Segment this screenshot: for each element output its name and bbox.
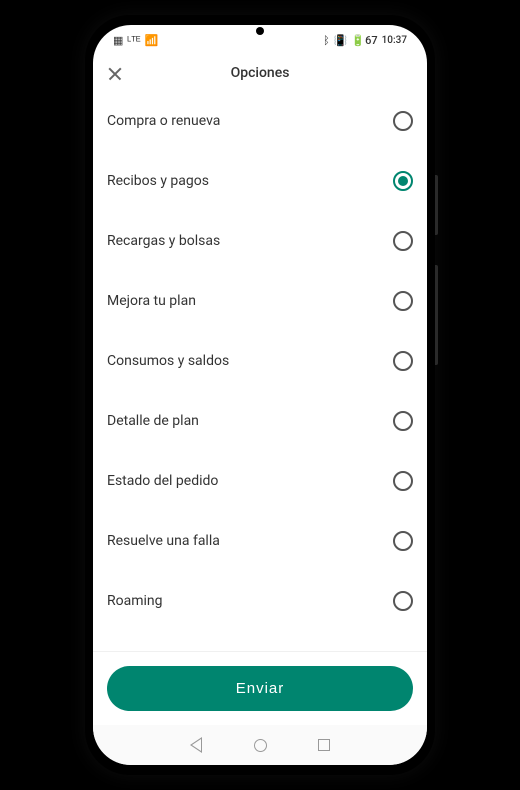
close-icon[interactable] <box>107 65 123 81</box>
option-label: Detalle de plan <box>107 413 199 429</box>
option-label: Recargas y bolsas <box>107 233 220 249</box>
time-label: 10:37 <box>382 35 407 46</box>
phone-frame: ▦ ᴸᵀᴱ 📶 ᛒ 📳 🔋67 10:37 Opciones Compra o … <box>85 15 435 775</box>
status-right: ᛒ 📳 🔋67 10:37 <box>323 34 407 47</box>
radio-icon[interactable] <box>393 291 413 311</box>
option-row[interactable]: Detalle de plan <box>107 391 413 451</box>
option-label: Estado del pedido <box>107 473 218 489</box>
back-button[interactable] <box>189 738 203 752</box>
page-title: Opciones <box>231 65 290 81</box>
options-list[interactable]: Compra o renueva Recibos y pagos Recargas … <box>93 91 427 651</box>
radio-icon[interactable] <box>393 471 413 491</box>
bluetooth-icon: ᛒ <box>323 34 330 47</box>
radio-icon[interactable] <box>393 171 413 191</box>
vibrate-icon: 📳 <box>334 34 348 47</box>
option-row[interactable]: Compra o renueva <box>107 91 413 151</box>
option-label: Recibos y pagos <box>107 173 209 189</box>
option-row[interactable]: Mejora tu plan <box>107 271 413 331</box>
radio-icon[interactable] <box>393 531 413 551</box>
home-button[interactable] <box>253 738 267 752</box>
radio-icon[interactable] <box>393 411 413 431</box>
battery-icon: 🔋67 <box>351 34 377 47</box>
radio-icon[interactable] <box>393 111 413 131</box>
option-label: Mejora tu plan <box>107 293 196 309</box>
submit-button[interactable]: Enviar <box>107 666 413 711</box>
lte-icon: ᴸᵀᴱ <box>127 34 140 47</box>
option-row[interactable]: Resuelve una falla <box>107 511 413 571</box>
battery-level: 67 <box>365 34 378 47</box>
option-label: Resuelve una falla <box>107 533 220 549</box>
option-row[interactable]: Recargas y bolsas <box>107 211 413 271</box>
header: Opciones <box>93 55 427 91</box>
footer: Enviar <box>93 651 427 725</box>
android-nav-bar <box>93 725 427 765</box>
radio-icon[interactable] <box>393 351 413 371</box>
option-row[interactable]: Estado del pedido <box>107 451 413 511</box>
volume-button[interactable] <box>435 265 438 365</box>
radio-icon[interactable] <box>393 591 413 611</box>
option-row[interactable]: Consumos y saldos <box>107 331 413 391</box>
option-row[interactable]: Recibos y pagos <box>107 151 413 211</box>
camera-notch <box>256 27 264 35</box>
option-label: Compra o renueva <box>107 113 220 129</box>
option-label: Consumos y saldos <box>107 353 229 369</box>
radio-icon[interactable] <box>393 231 413 251</box>
screen: ▦ ᴸᵀᴱ 📶 ᛒ 📳 🔋67 10:37 Opciones Compra o … <box>93 25 427 765</box>
status-left: ▦ ᴸᵀᴱ 📶 <box>113 34 158 47</box>
power-button[interactable] <box>435 175 438 235</box>
option-row[interactable]: Roaming <box>107 571 413 631</box>
hd-icon: ▦ <box>113 34 123 47</box>
recent-button[interactable] <box>317 738 331 752</box>
signal-icon: 📶 <box>145 34 159 47</box>
option-label: Roaming <box>107 593 163 609</box>
